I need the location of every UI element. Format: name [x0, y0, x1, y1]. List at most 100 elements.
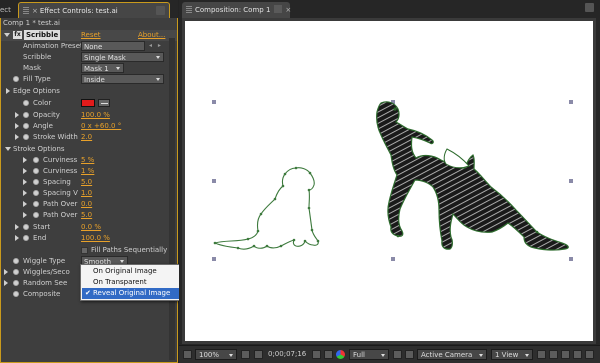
- toggle-pixel-aspect-icon[interactable]: [537, 350, 546, 359]
- timeline-icon[interactable]: [561, 350, 570, 359]
- twirl-closed-icon[interactable]: [4, 280, 8, 286]
- twirl-closed-icon[interactable]: [15, 112, 19, 118]
- twirl-open-icon[interactable]: [5, 147, 11, 151]
- path-overlap-value[interactable]: 0.0: [81, 200, 92, 208]
- stopwatch-icon[interactable]: [13, 269, 19, 275]
- mask-vertex-icon[interactable]: [535, 230, 539, 234]
- view-layout-dropdown[interactable]: 1 View: [491, 349, 533, 360]
- twirl-closed-icon[interactable]: [15, 224, 19, 230]
- menu-item-on-transparent[interactable]: On Transparent: [82, 277, 189, 288]
- eyedropper-icon[interactable]: [98, 99, 110, 107]
- flowchart-icon[interactable]: [573, 350, 582, 359]
- stopwatch-icon[interactable]: [13, 258, 19, 264]
- stopwatch-icon[interactable]: [33, 212, 39, 218]
- about-link[interactable]: About...: [138, 31, 165, 39]
- close-icon[interactable]: ×: [32, 7, 38, 15]
- handle-icon[interactable]: [569, 257, 573, 261]
- stopwatch-icon[interactable]: [23, 224, 29, 230]
- effect-name[interactable]: Scribble: [24, 30, 61, 40]
- stopwatch-icon[interactable]: [23, 123, 29, 129]
- spacing-value[interactable]: 5.0: [81, 178, 92, 186]
- twirl-closed-icon[interactable]: [4, 269, 8, 275]
- twirl-closed-icon[interactable]: [23, 168, 27, 174]
- current-time[interactable]: 0;00;07;16: [268, 350, 306, 360]
- mask-dropdown[interactable]: Mask 1: [81, 63, 124, 73]
- camera-dropdown[interactable]: Active Camera: [417, 349, 487, 360]
- close-icon[interactable]: ×: [285, 6, 291, 14]
- stopwatch-icon[interactable]: [23, 134, 29, 140]
- stopwatch-icon[interactable]: [33, 179, 39, 185]
- magnification-dropdown[interactable]: 100%: [195, 349, 237, 360]
- twirl-closed-icon[interactable]: [23, 212, 27, 218]
- region-of-interest-icon[interactable]: [393, 350, 402, 359]
- stopwatch-icon[interactable]: [13, 76, 19, 82]
- handle-icon[interactable]: [212, 257, 216, 261]
- end-value[interactable]: 100.0 %: [81, 234, 110, 242]
- twirl-closed-icon[interactable]: [23, 179, 27, 185]
- vertical-scrollbar[interactable]: [169, 38, 175, 360]
- curviness-variation-value[interactable]: 1 %: [81, 167, 94, 175]
- scribble-dropdown[interactable]: Single Mask: [81, 52, 164, 62]
- twirl-closed-icon[interactable]: [15, 235, 19, 241]
- handle-icon[interactable]: [212, 100, 216, 104]
- exposure-icon[interactable]: [585, 350, 594, 359]
- stopwatch-icon[interactable]: [23, 100, 29, 106]
- panel-menu-icon[interactable]: [585, 3, 594, 12]
- stroke-width-value[interactable]: 2.0: [81, 133, 92, 141]
- stopwatch-icon[interactable]: [33, 190, 39, 196]
- spacing-variation-value[interactable]: 1.0: [81, 189, 92, 197]
- stopwatch-icon[interactable]: [33, 201, 39, 207]
- twirl-closed-icon[interactable]: [23, 201, 27, 207]
- resolution-dropdown[interactable]: Full: [349, 349, 389, 360]
- show-snapshot-icon[interactable]: [324, 350, 333, 359]
- comp-viewer[interactable]: [182, 18, 596, 344]
- color-swatch[interactable]: [81, 99, 95, 107]
- handle-icon[interactable]: [212, 179, 216, 183]
- transparency-grid-icon[interactable]: [405, 350, 414, 359]
- mask-vertex-icon[interactable]: [393, 107, 397, 111]
- twirl-closed-icon[interactable]: [23, 190, 27, 196]
- comp-canvas[interactable]: [185, 21, 593, 341]
- angle-value[interactable]: 0 x +60.0 °: [81, 122, 121, 130]
- tab-composition[interactable]: Composition: Comp 1 ×: [182, 2, 291, 18]
- panel-menu-icon[interactable]: [156, 6, 165, 15]
- mask-visibility-icon[interactable]: [254, 350, 263, 359]
- group-stroke-options[interactable]: Stroke Options: [1, 144, 177, 155]
- twirl-closed-icon[interactable]: [6, 88, 10, 94]
- tab-project-cut[interactable]: ect: [0, 3, 14, 17]
- menu-item-reveal-original-image[interactable]: ✔ Reveal Original Image: [82, 288, 189, 299]
- fast-previews-icon[interactable]: [549, 350, 558, 359]
- twirl-closed-icon[interactable]: [15, 134, 19, 140]
- stopwatch-icon[interactable]: [13, 280, 19, 286]
- path-overlap-variation-value[interactable]: 5.0: [81, 211, 92, 219]
- stopwatch-icon[interactable]: [13, 291, 19, 297]
- channel-icon[interactable]: [336, 350, 345, 359]
- stopwatch-icon[interactable]: [33, 157, 39, 163]
- fx-toggle-icon[interactable]: fx: [13, 31, 22, 39]
- reset-link[interactable]: Reset: [81, 31, 101, 39]
- comp-dropdown-icon[interactable]: [274, 5, 283, 13]
- stopwatch-icon[interactable]: [23, 235, 29, 241]
- opacity-value[interactable]: 100.0 %: [81, 111, 110, 119]
- handle-icon[interactable]: [391, 257, 395, 261]
- fill-type-dropdown[interactable]: Inside: [81, 74, 164, 84]
- dog-mask-path[interactable]: [213, 167, 319, 250]
- man-scribble-fill[interactable]: [376, 101, 569, 251]
- stopwatch-icon[interactable]: [23, 112, 29, 118]
- drag-grip-icon[interactable]: [186, 5, 192, 13]
- drag-grip-icon[interactable]: [23, 6, 29, 14]
- twirl-closed-icon[interactable]: [15, 123, 19, 129]
- twirl-closed-icon[interactable]: [23, 157, 27, 163]
- handle-icon[interactable]: [569, 100, 573, 104]
- fill-paths-checkbox[interactable]: [81, 247, 88, 254]
- tab-effect-controls[interactable]: × Effect Controls: test.ai: [18, 2, 170, 18]
- curviness-value[interactable]: 5 %: [81, 156, 94, 164]
- group-edge-options[interactable]: Edge Options: [1, 86, 177, 97]
- handle-icon[interactable]: [569, 179, 573, 183]
- animation-preset-dropdown[interactable]: None: [81, 41, 145, 51]
- menu-item-on-original-image[interactable]: On Original Image: [82, 266, 189, 277]
- start-value[interactable]: 0.0 %: [81, 223, 101, 231]
- mask-vertex-icon[interactable]: [396, 234, 400, 238]
- twirl-open-icon[interactable]: [4, 33, 10, 37]
- preset-nav-arrows[interactable]: ◂ ▸: [149, 42, 163, 49]
